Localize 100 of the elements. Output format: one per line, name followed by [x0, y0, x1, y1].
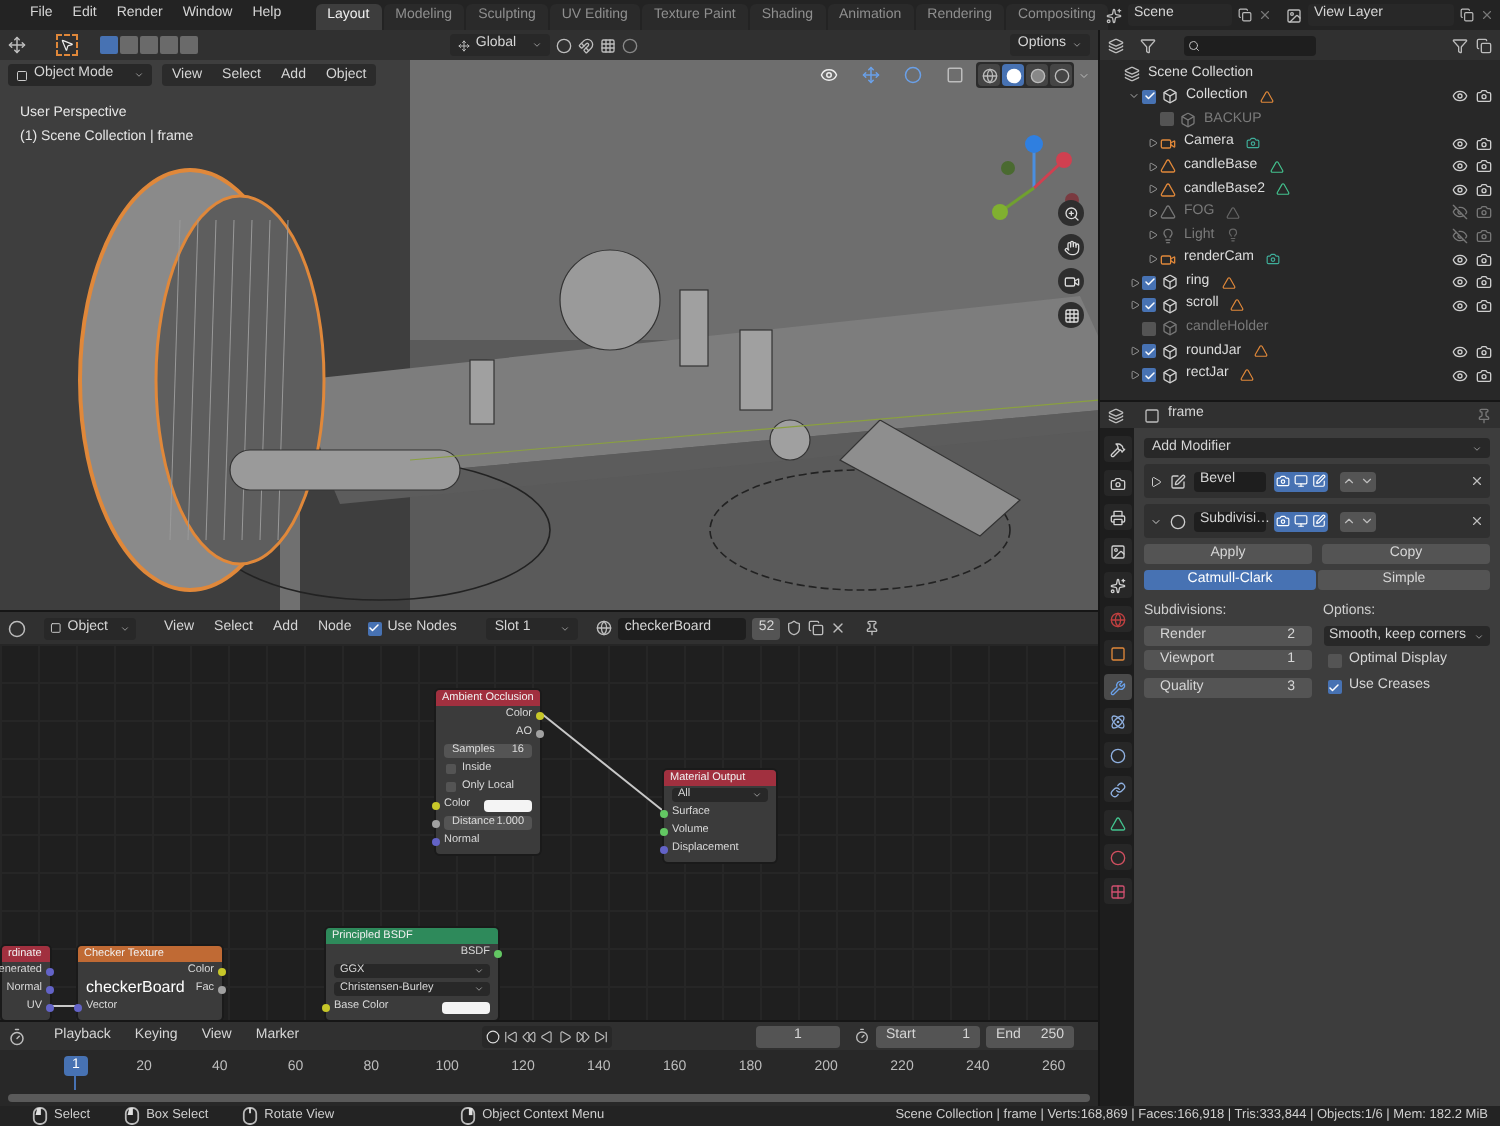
play-reverse-icon[interactable] [539, 1029, 554, 1043]
pin-icon[interactable] [1476, 407, 1492, 423]
checkbox[interactable] [446, 782, 456, 792]
eye-icon[interactable] [1452, 274, 1468, 291]
color-swatch[interactable] [442, 1001, 490, 1013]
render-toggle-icon[interactable] [1276, 474, 1290, 488]
new-view-layer-icon[interactable] [1460, 8, 1474, 22]
viewport-toggle-icon[interactable] [1294, 514, 1308, 528]
expand-arrow-icon[interactable] [1147, 254, 1157, 265]
constraints-tab[interactable] [1103, 776, 1131, 802]
output-tab[interactable] [1103, 504, 1131, 530]
pin-icon[interactable] [864, 620, 881, 636]
view-layer-icon[interactable] [1286, 7, 1302, 23]
render-toggle-icon[interactable] [1276, 514, 1290, 528]
eye-icon[interactable] [1452, 181, 1468, 198]
pivot-icon[interactable] [555, 37, 572, 53]
viewport-toggle-icon[interactable] [1294, 474, 1308, 488]
checkbox[interactable] [446, 764, 456, 774]
checkbox[interactable] [367, 621, 382, 635]
expand-arrow-icon[interactable] [1147, 161, 1157, 172]
search-field[interactable] [1184, 35, 1316, 55]
jump-start-icon[interactable] [503, 1029, 518, 1043]
filter-icon[interactable] [1140, 37, 1156, 53]
hidden-eye-icon[interactable] [1452, 227, 1468, 244]
tool-tab[interactable] [1103, 436, 1131, 462]
checkbox[interactable] [1142, 344, 1156, 359]
close-icon[interactable] [1480, 8, 1494, 22]
move-down-icon[interactable] [1360, 474, 1374, 488]
shading-mode-button[interactable] [978, 64, 1000, 86]
expand-arrow-icon[interactable] [1129, 277, 1139, 288]
data-tab[interactable] [1103, 810, 1131, 836]
checkbox[interactable] [1160, 112, 1174, 127]
xray-icon[interactable] [946, 66, 964, 84]
shading-mode-button[interactable] [1026, 64, 1048, 86]
render-tab[interactable] [1103, 470, 1131, 496]
play-icon[interactable] [557, 1029, 572, 1043]
duplicate-icon[interactable] [808, 620, 825, 636]
editor-type-icon[interactable] [8, 36, 26, 54]
stopwatch-icon[interactable] [854, 1028, 870, 1044]
expand-arrow-icon[interactable] [1147, 138, 1157, 149]
hidden-eye-icon[interactable] [1452, 204, 1468, 221]
eye-icon[interactable] [1452, 251, 1468, 268]
scene-icon[interactable] [1106, 7, 1122, 23]
close-icon[interactable] [830, 620, 847, 636]
material-tab[interactable] [1103, 844, 1131, 870]
close-icon[interactable] [1258, 8, 1272, 22]
checkbox[interactable] [1142, 89, 1156, 104]
snap-icon[interactable] [577, 37, 594, 53]
object-icon[interactable] [1144, 407, 1160, 423]
modifier-tab[interactable] [1103, 674, 1131, 700]
new-scene-icon[interactable] [1238, 8, 1252, 22]
move-up-icon[interactable] [1342, 474, 1356, 488]
record-icon[interactable] [485, 1029, 500, 1043]
fake-user-icon[interactable] [786, 620, 803, 636]
jump-end-icon[interactable] [593, 1029, 608, 1043]
color-swatch[interactable] [484, 799, 532, 811]
eye-icon[interactable] [1452, 343, 1468, 360]
material-browse-icon[interactable] [596, 620, 613, 636]
expand-arrow-icon[interactable] [1147, 230, 1157, 241]
expand-arrow-icon[interactable] [1129, 370, 1139, 381]
particles-tab[interactable] [1103, 708, 1131, 734]
editor-type-icon[interactable] [8, 619, 26, 637]
move-up-icon[interactable] [1342, 514, 1356, 528]
next-keyframe-icon[interactable] [575, 1029, 590, 1043]
editor-type-icon[interactable] [1108, 407, 1124, 423]
editor-type-icon[interactable] [8, 1027, 26, 1045]
checkbox[interactable] [1142, 275, 1156, 290]
checkbox[interactable] [1142, 298, 1156, 313]
expand-arrow-icon[interactable] [1129, 300, 1139, 311]
edit-mode-toggle-icon[interactable] [1312, 514, 1326, 528]
proportional-edit-icon[interactable] [621, 37, 638, 53]
scene-tab[interactable] [1103, 572, 1131, 598]
remove-icon[interactable] [1470, 474, 1484, 488]
eye-icon[interactable] [1452, 88, 1468, 105]
object-tab[interactable] [1103, 640, 1131, 666]
remove-icon[interactable] [1470, 514, 1484, 528]
shading-mode-button[interactable] [1050, 64, 1072, 86]
display-mode-icon[interactable] [1108, 37, 1124, 53]
expand-arrow-icon[interactable] [1147, 207, 1157, 218]
eye-icon[interactable] [1452, 158, 1468, 175]
eye-icon[interactable] [1452, 135, 1468, 152]
move-down-icon[interactable] [1360, 514, 1374, 528]
texture-tab[interactable] [1103, 878, 1131, 904]
physics-tab[interactable] [1103, 742, 1131, 768]
expand-arrow-icon[interactable] [1150, 475, 1162, 487]
previous-keyframe-icon[interactable] [521, 1029, 536, 1043]
eye-icon[interactable] [1452, 367, 1468, 384]
scrollbar[interactable] [8, 1094, 1090, 1102]
eye-icon[interactable] [1452, 297, 1468, 314]
new-collection-icon[interactable] [1476, 37, 1492, 53]
snap-target-icon[interactable] [599, 37, 616, 53]
filter-icon[interactable] [1452, 37, 1468, 53]
checkbox[interactable] [1142, 321, 1156, 336]
checkbox[interactable] [1327, 680, 1341, 694]
visibility-icon[interactable] [820, 66, 838, 84]
expand-arrow-icon[interactable] [1129, 346, 1139, 357]
checkbox[interactable] [1142, 368, 1156, 383]
edit-mode-toggle-icon[interactable] [1312, 474, 1326, 488]
expand-arrow-icon[interactable] [1147, 184, 1157, 195]
select-tool-button[interactable] [56, 34, 78, 56]
